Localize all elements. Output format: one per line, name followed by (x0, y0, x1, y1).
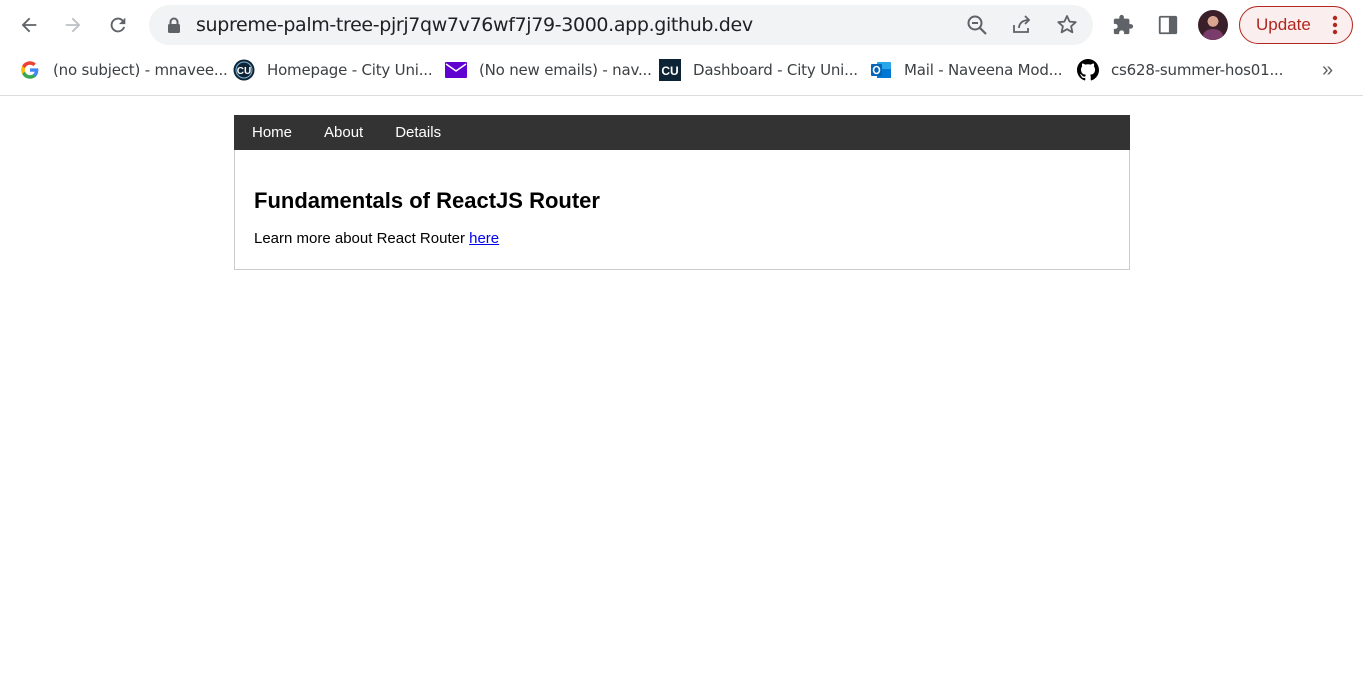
bookmark-label: (no subject) - mnavee... (53, 61, 228, 79)
bookmark-label: (No new emails) - nav... (479, 61, 652, 79)
bookmark-label: Dashboard - City Uni... (693, 61, 858, 79)
nav-link-details[interactable]: Details (379, 115, 457, 150)
react-router-link[interactable]: here (469, 230, 499, 247)
side-panel-icon[interactable] (1157, 14, 1179, 36)
svg-text:CU: CU (237, 66, 251, 77)
url-text[interactable]: supreme-palm-tree-pjrj7qw7v76wf7j79-3000… (196, 5, 753, 45)
update-label: Update (1256, 15, 1311, 34)
nav-link-home[interactable]: Home (234, 115, 308, 150)
google-icon (19, 59, 41, 81)
address-bar[interactable]: supreme-palm-tree-pjrj7qw7v76wf7j79-3000… (149, 5, 1093, 45)
bookmark-yahoo-mail[interactable]: (No new emails) - nav... (445, 58, 652, 82)
nav-link-about[interactable]: About (308, 115, 379, 150)
reload-icon (110, 17, 126, 33)
lock-icon (168, 17, 180, 33)
bookmark-dashboard[interactable]: CU Dashboard - City Uni... (659, 58, 858, 82)
reload-button[interactable] (100, 7, 136, 43)
bookmark-gmail[interactable]: (no subject) - mnavee... (19, 58, 228, 82)
bookmark-label: cs628-summer-hos01... (1111, 61, 1284, 79)
content-panel: Fundamentals of ReactJS Router Learn mor… (234, 150, 1130, 270)
intro-paragraph: Learn more about React Router here (254, 229, 1110, 249)
extensions-icon[interactable] (1112, 14, 1134, 36)
mail-icon (445, 59, 467, 81)
bookmarks-bar: (no subject) - mnavee... CU Homepage - C… (0, 50, 1363, 96)
more-bookmarks-icon[interactable]: » (1322, 58, 1333, 82)
more-menu-icon (1332, 15, 1338, 35)
cu-square-icon: CU (659, 59, 681, 81)
bookmark-star-icon[interactable] (1055, 13, 1079, 37)
bookmark-outlook[interactable]: Mail - Naveena Mod... (870, 58, 1063, 82)
top-nav: Home About Details (234, 115, 1130, 150)
back-arrow-icon (21, 17, 37, 33)
outlook-icon (870, 59, 892, 81)
back-button[interactable] (11, 7, 47, 43)
page-heading: Fundamentals of ReactJS Router (254, 188, 600, 213)
bookmark-label: Mail - Naveena Mod... (904, 61, 1063, 79)
bookmark-label: Homepage - City Uni... (267, 61, 433, 79)
forward-arrow-icon (65, 17, 81, 33)
cu-round-icon: CU (233, 59, 255, 81)
zoom-out-icon[interactable] (965, 13, 989, 37)
app-container: Home About Details Fundamentals of React… (234, 115, 1130, 270)
svg-text:CU: CU (661, 64, 678, 78)
bookmark-homepage[interactable]: CU Homepage - City Uni... (233, 58, 433, 82)
intro-text: Learn more about React Router (254, 230, 465, 247)
profile-avatar[interactable] (1198, 10, 1228, 40)
github-icon (1077, 59, 1099, 81)
bookmark-github[interactable]: cs628-summer-hos01... (1077, 58, 1283, 82)
browser-toolbar: supreme-palm-tree-pjrj7qw7v76wf7j79-3000… (0, 0, 1363, 50)
share-icon[interactable] (1010, 13, 1034, 37)
forward-button[interactable] (55, 7, 91, 43)
update-button[interactable]: Update (1239, 6, 1353, 44)
